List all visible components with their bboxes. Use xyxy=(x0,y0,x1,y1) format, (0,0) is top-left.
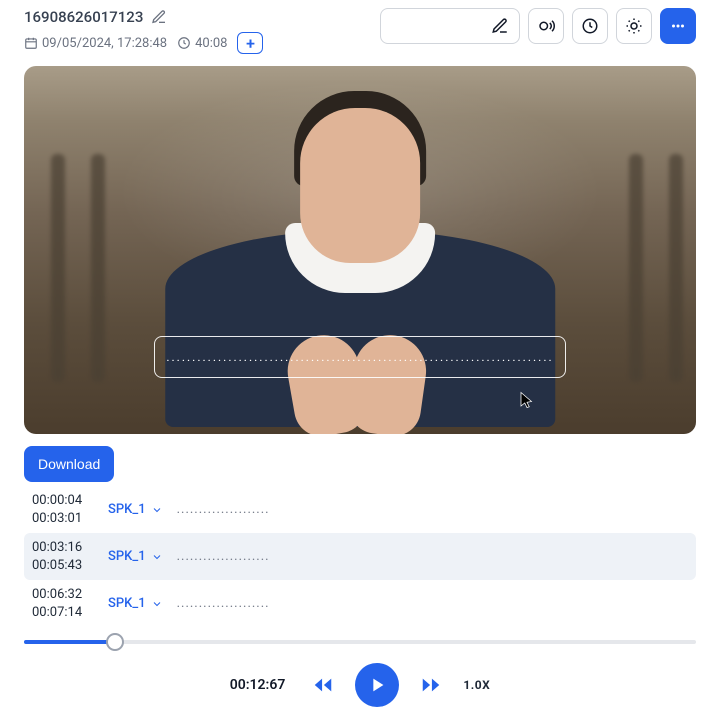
rewind-icon xyxy=(312,674,334,696)
row-end-time: 00:03:01 xyxy=(32,510,94,528)
transcript-list: 00:00:04 00:03:01 SPK_1 ................… xyxy=(24,486,696,627)
top-bar: 16908626017123 09/05/2024, 17:28:48 40:0… xyxy=(24,8,696,54)
dots-horizontal-icon xyxy=(669,17,687,35)
playback-speed-button[interactable]: 1.0X xyxy=(463,678,490,692)
transcript-row[interactable]: 00:00:04 00:03:01 SPK_1 ................… xyxy=(24,486,696,533)
clock-icon xyxy=(177,36,191,50)
date-meta: 09/05/2024, 17:28:48 xyxy=(24,36,167,51)
caption-placeholder: ........................................… xyxy=(166,350,553,364)
chevron-down-icon xyxy=(151,504,163,516)
transcript-text[interactable]: ..................... xyxy=(177,502,270,517)
playback-controls: 00:12:67 1.0X xyxy=(24,663,696,707)
search-input[interactable] xyxy=(380,8,520,44)
cursor-arrow-icon xyxy=(518,388,536,412)
speaker-select[interactable]: SPK_1 xyxy=(108,596,163,611)
more-menu-button[interactable] xyxy=(660,8,696,44)
duration-meta: 40:08 xyxy=(177,36,227,51)
add-tag-button[interactable]: + xyxy=(237,32,263,54)
transcript-text[interactable]: ..................... xyxy=(177,596,270,611)
seek-slider[interactable] xyxy=(24,633,696,651)
video-player[interactable]: ........................................… xyxy=(24,66,696,434)
theme-toggle-button[interactable] xyxy=(616,8,652,44)
forward-button[interactable] xyxy=(417,671,445,699)
meta-row: 09/05/2024, 17:28:48 40:08 + xyxy=(24,32,364,54)
row-start-time: 00:03:16 xyxy=(32,539,94,557)
play-icon xyxy=(366,674,388,696)
row-start-time: 00:06:32 xyxy=(32,586,94,604)
recording-title: 16908626017123 xyxy=(24,8,143,26)
play-button[interactable] xyxy=(355,663,399,707)
rewind-button[interactable] xyxy=(309,671,337,699)
transcript-row[interactable]: 00:03:16 00:05:43 SPK_1 ................… xyxy=(24,533,696,580)
audio-wave-button[interactable] xyxy=(528,8,564,44)
sun-icon xyxy=(625,17,643,35)
row-end-time: 00:07:14 xyxy=(32,604,94,622)
row-start-time: 00:00:04 xyxy=(32,492,94,510)
download-button[interactable]: Download xyxy=(24,446,114,482)
speaker-select[interactable]: SPK_1 xyxy=(108,502,163,517)
transcript-row[interactable]: 00:06:32 00:07:14 SPK_1 ................… xyxy=(24,580,696,627)
row-end-time: 00:05:43 xyxy=(32,557,94,575)
audio-wave-icon xyxy=(537,17,555,35)
clock-icon xyxy=(581,17,599,35)
title-row: 16908626017123 xyxy=(24,8,364,26)
caption-input[interactable]: ........................................… xyxy=(154,336,566,378)
pencil-icon xyxy=(491,17,509,35)
forward-icon xyxy=(420,674,442,696)
history-button[interactable] xyxy=(572,8,608,44)
chevron-down-icon xyxy=(151,598,163,610)
chevron-down-icon xyxy=(151,551,163,563)
edit-title-icon[interactable] xyxy=(151,9,167,25)
seek-thumb[interactable] xyxy=(106,633,124,651)
calendar-icon xyxy=(24,36,38,50)
speaker-select[interactable]: SPK_1 xyxy=(108,549,163,564)
transcript-text[interactable]: ..................... xyxy=(177,549,270,564)
video-frame-illustration xyxy=(24,66,696,434)
current-time: 00:12:67 xyxy=(230,677,286,693)
